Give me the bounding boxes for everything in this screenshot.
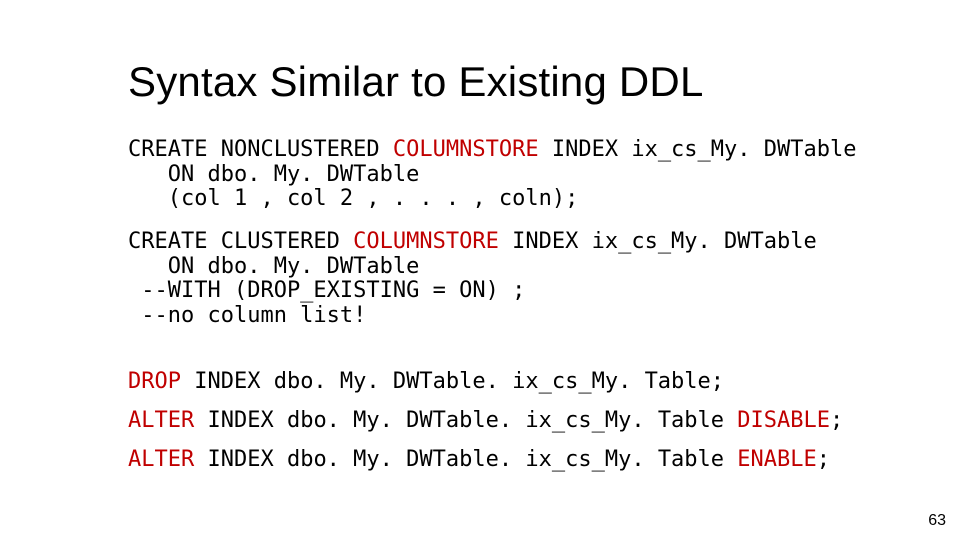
slide: Syntax Similar to Existing DDL CREATE NO…	[0, 0, 960, 540]
code-text: INDEX dbo. My. DWTable. ix_cs_My. Table	[194, 408, 737, 433]
code-keyword-columnstore: COLUMNSTORE	[353, 229, 499, 254]
code-text: INDEX ix_cs_My. DWTable	[539, 137, 857, 162]
code-keyword-alter: ALTER	[128, 408, 194, 433]
code-text: ON dbo. My. DWTable	[128, 162, 419, 187]
code-text: (col 1 , col 2 , . . . , coln);	[128, 186, 578, 211]
code-text: ;	[817, 447, 830, 472]
code-keyword-drop: DROP	[128, 369, 181, 394]
code-text: INDEX dbo. My. DWTable. ix_cs_My. Table	[194, 447, 737, 472]
page-number: 63	[928, 512, 946, 530]
code-block-create-nonclustered: CREATE NONCLUSTERED COLUMNSTORE INDEX ix…	[128, 138, 900, 212]
code-block-alter-enable: ALTER INDEX dbo. My. DWTable. ix_cs_My. …	[128, 448, 900, 473]
code-keyword-alter: ALTER	[128, 447, 194, 472]
code-text: INDEX ix_cs_My. DWTable	[499, 229, 817, 254]
slide-title: Syntax Similar to Existing DDL	[128, 58, 704, 106]
code-block-drop: DROP INDEX dbo. My. DWTable. ix_cs_My. T…	[128, 370, 900, 395]
code-keyword-columnstore: COLUMNSTORE	[393, 137, 539, 162]
code-text: --no column list!	[128, 303, 366, 328]
code-text: ON dbo. My. DWTable	[128, 254, 419, 279]
code-keyword-enable: ENABLE	[737, 447, 816, 472]
code-text: ;	[830, 408, 843, 433]
code-block-alter-disable: ALTER INDEX dbo. My. DWTable. ix_cs_My. …	[128, 409, 900, 434]
code-text: INDEX dbo. My. DWTable. ix_cs_My. Table;	[181, 369, 724, 394]
slide-body: CREATE NONCLUSTERED COLUMNSTORE INDEX ix…	[128, 138, 900, 486]
code-text: CREATE CLUSTERED	[128, 229, 353, 254]
code-text: --WITH (DROP_EXISTING = ON) ;	[128, 278, 525, 303]
spacer	[128, 346, 900, 370]
code-block-create-clustered: CREATE CLUSTERED COLUMNSTORE INDEX ix_cs…	[128, 230, 900, 329]
code-text: CREATE NONCLUSTERED	[128, 137, 393, 162]
code-keyword-disable: DISABLE	[737, 408, 830, 433]
